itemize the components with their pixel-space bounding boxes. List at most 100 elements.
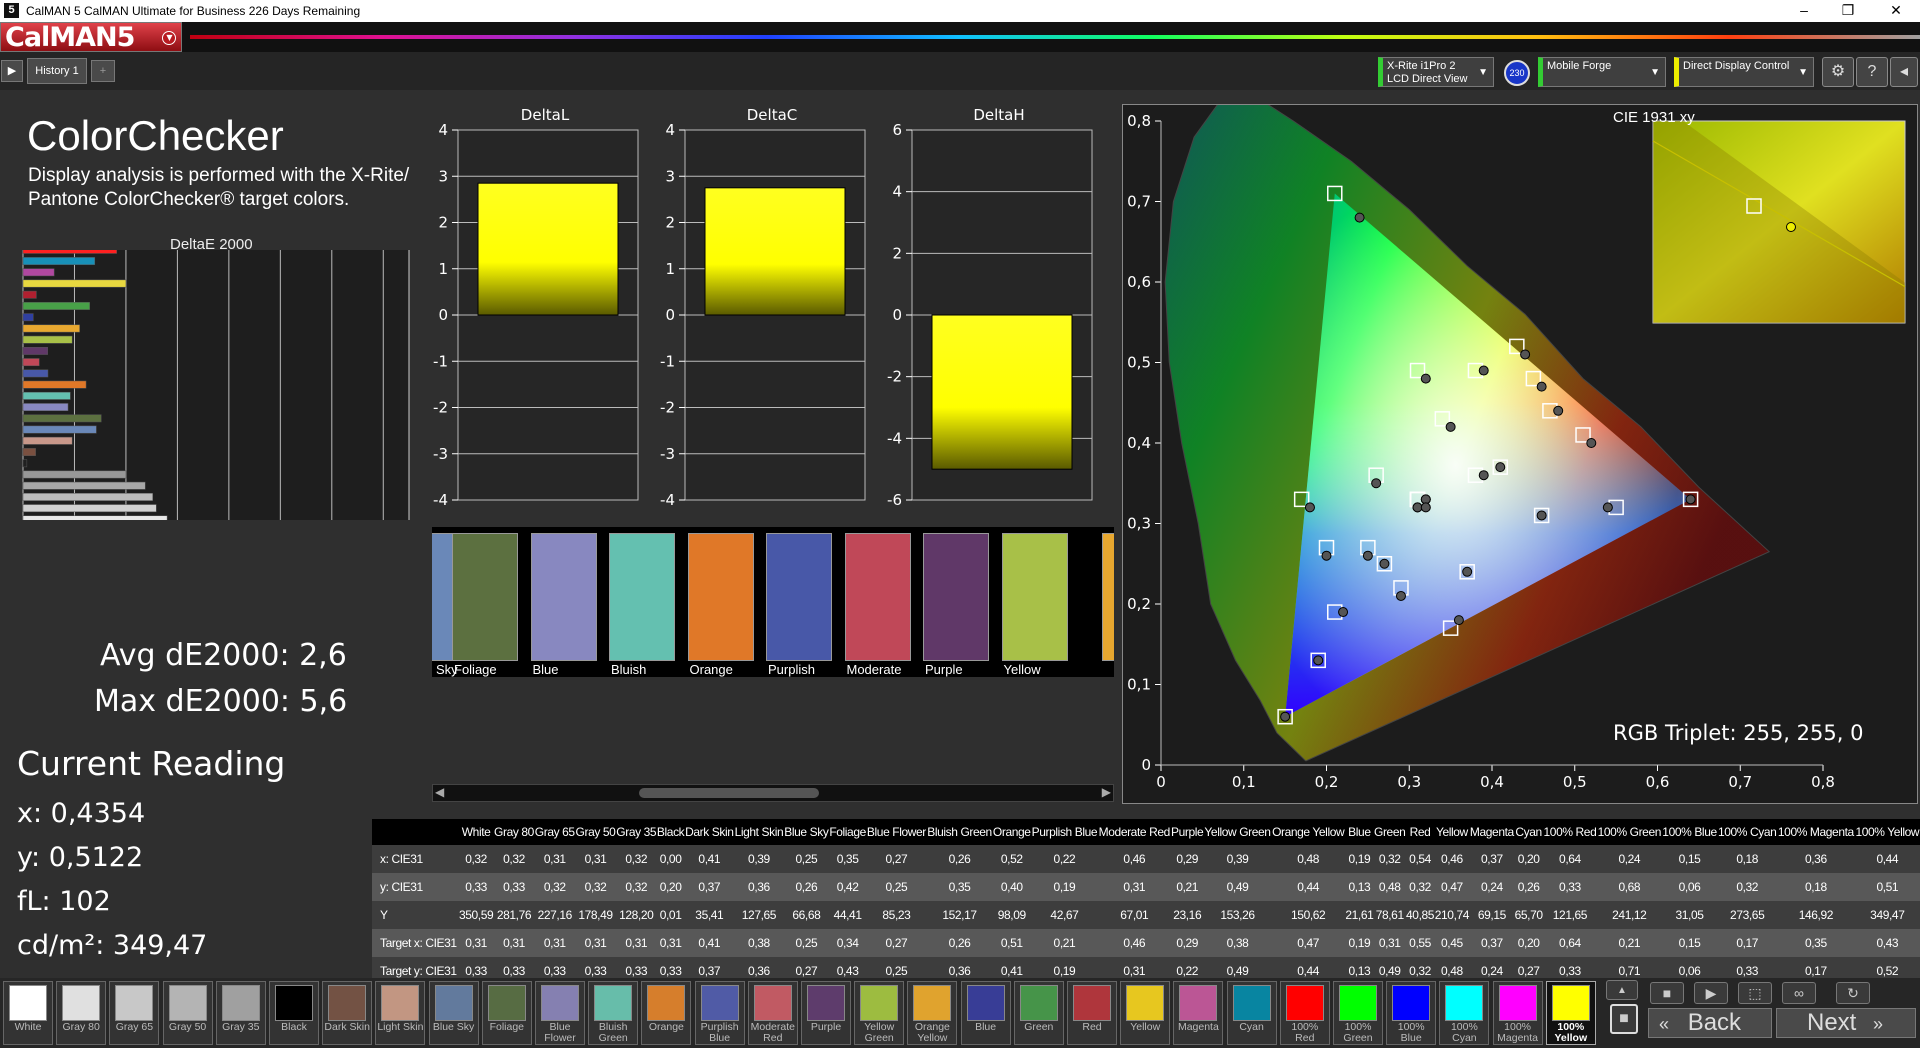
y-tick-label: 0,2 [1127, 595, 1151, 613]
record-icon[interactable]: ⬚ [1738, 982, 1772, 1004]
swatch-button[interactable]: Orange [641, 981, 692, 1045]
swatch-color[interactable] [452, 533, 518, 661]
swatch-button[interactable]: Yellow Green [854, 981, 905, 1045]
swatch-label: Purple [810, 1021, 842, 1033]
x-tick-label: 0 [1156, 773, 1166, 791]
column-header: 100% Yellow [1854, 819, 1920, 845]
swatch-button[interactable]: Foliage [481, 981, 532, 1045]
play-icon[interactable]: ▶ [1, 60, 23, 82]
table-cell: 210,74 [1434, 901, 1469, 929]
table-cell: 0,55 [1405, 929, 1435, 957]
table-cell: 153,26 [1203, 901, 1272, 929]
swatch-button[interactable]: 100% Yellow [1545, 981, 1596, 1045]
swatch-button[interactable]: 100% Magenta [1492, 981, 1543, 1045]
swatch-button[interactable]: Blue [960, 981, 1011, 1045]
scrollbar-thumb[interactable] [639, 788, 819, 798]
swatch-color[interactable] [766, 533, 832, 661]
swatch-label: Bluish Green [611, 662, 647, 678]
table-cell: 281,76 [493, 901, 535, 929]
swatch-button[interactable]: White [3, 981, 53, 1045]
swatch-button[interactable]: Blue Flower [535, 981, 585, 1045]
table-cell: 0,33 [458, 873, 494, 901]
swatch-button[interactable]: Green [1013, 981, 1064, 1045]
table-cell: 0,26 [783, 873, 829, 901]
swatch-button[interactable]: Purple [801, 981, 851, 1045]
brand-menu-button[interactable]: CalMAN5 ▼ [0, 22, 182, 53]
device-source-name: Mobile Forge [1547, 60, 1612, 72]
swatch-button[interactable]: 100% Cyan [1439, 981, 1490, 1045]
y-tick-label: 1 [438, 260, 448, 278]
scroll-left-icon[interactable]: ◀ [435, 785, 444, 799]
refresh-icon[interactable]: ↻ [1836, 982, 1870, 1004]
swatch-color [1019, 985, 1058, 1021]
loop-icon[interactable]: ∞ [1782, 982, 1816, 1004]
swatch-button[interactable]: Yellow [1120, 981, 1171, 1045]
table-cell: 0,32 [575, 873, 616, 901]
back-button[interactable]: « Back [1648, 1008, 1772, 1038]
swatch-button[interactable]: Gray 80 [56, 981, 107, 1045]
swatch-button[interactable]: 100% Red [1279, 981, 1330, 1045]
expand-panel-icon[interactable]: ◂ [1890, 57, 1918, 87]
help-icon[interactable]: ? [1856, 57, 1888, 87]
swatch-color[interactable] [609, 533, 675, 661]
settings-gear-icon[interactable]: ⚙ [1822, 57, 1854, 87]
swatch-button[interactable]: 100% Blue [1386, 981, 1437, 1045]
swatch-button[interactable]: Light Skin [375, 981, 426, 1045]
device-meter-name: X-Rite i1Pro 2 [1387, 60, 1456, 72]
deltac-bar-chart: DeltaC 4 3 2 1 0 -1 -2 -3 -4 [660, 106, 866, 509]
swatch-button[interactable]: 100% Green [1333, 981, 1383, 1045]
table-cell: 66,68 [783, 901, 829, 929]
next-button[interactable]: Next » [1776, 1008, 1916, 1038]
swatch-color[interactable] [1001, 533, 1068, 661]
deltae-bar [22, 302, 90, 310]
tab-history-1[interactable]: History 1 [27, 58, 87, 84]
add-tab-button[interactable]: + [91, 60, 115, 82]
scroll-up-icon[interactable]: ▲ [1606, 980, 1638, 1000]
table-cell: 150,62 [1271, 901, 1346, 929]
table-cell: 0,17 [1717, 929, 1778, 957]
delta-bar [931, 314, 1073, 470]
device-display-select[interactable]: Direct Display Control ▼ [1674, 57, 1814, 87]
swatch-color[interactable] [844, 533, 911, 661]
y-tick-label: 0,5 [1127, 354, 1151, 372]
play-icon[interactable]: ▶ [1694, 982, 1728, 1004]
table-cell: 0,31 [493, 929, 535, 957]
close-icon[interactable]: ✕ [1874, 0, 1918, 22]
y-tick-label: -4 [887, 429, 902, 447]
minimize-icon[interactable]: – [1782, 0, 1826, 22]
stop-icon[interactable]: ■ [1650, 982, 1684, 1004]
swatch-button[interactable]: Cyan [1226, 981, 1277, 1045]
swatch-button[interactable]: Gray 50 [162, 981, 213, 1045]
swatch-button[interactable]: Magenta [1173, 981, 1224, 1045]
scroll-right-icon[interactable]: ▶ [1102, 785, 1111, 799]
restore-icon[interactable]: ❐ [1826, 0, 1870, 22]
device-source-select[interactable]: Mobile Forge ▼ [1538, 57, 1666, 87]
meter-badge[interactable]: 230 [1504, 60, 1530, 86]
table-cell: 0,19 [1030, 873, 1098, 901]
swatch-color[interactable] [687, 533, 754, 661]
swatch-button[interactable]: Orange Yellow [907, 981, 958, 1045]
table-cell: 0,41 [684, 929, 735, 957]
swatch-button[interactable]: Bluish Green [588, 981, 639, 1045]
device-meter-select[interactable]: X-Rite i1Pro 2 LCD Direct View ▼ [1378, 57, 1494, 87]
swatch-label: Blue Flower [532, 662, 572, 678]
swatch-button[interactable]: Gray 35 [215, 981, 266, 1045]
swatch-button[interactable]: Blue Sky [428, 981, 479, 1045]
table-cell: 152,17 [926, 901, 993, 929]
column-header: Cyan [1514, 819, 1543, 845]
swatch-color[interactable] [923, 533, 989, 661]
column-header: Magenta [1469, 819, 1515, 845]
swatch-color [434, 985, 473, 1021]
swatch-button[interactable]: Red [1067, 981, 1117, 1045]
swatch-button[interactable]: Gray 65 [109, 981, 160, 1045]
swatch-button[interactable]: Purplish Blue [694, 981, 745, 1045]
table-cell: 0,34 [828, 929, 867, 957]
swatch-color[interactable] [530, 533, 597, 661]
swatch-button[interactable]: Dark Skin [322, 981, 373, 1045]
swatch-scrollbar[interactable]: ◀ ▶ [432, 784, 1114, 802]
stop-measure-icon[interactable]: ■ [1610, 1004, 1638, 1034]
table-cell: 0,32 [1373, 845, 1406, 873]
swatch-button[interactable]: Moderate Red [747, 981, 798, 1045]
swatch-button[interactable]: Black [269, 981, 319, 1045]
deltae-bar [22, 414, 102, 423]
